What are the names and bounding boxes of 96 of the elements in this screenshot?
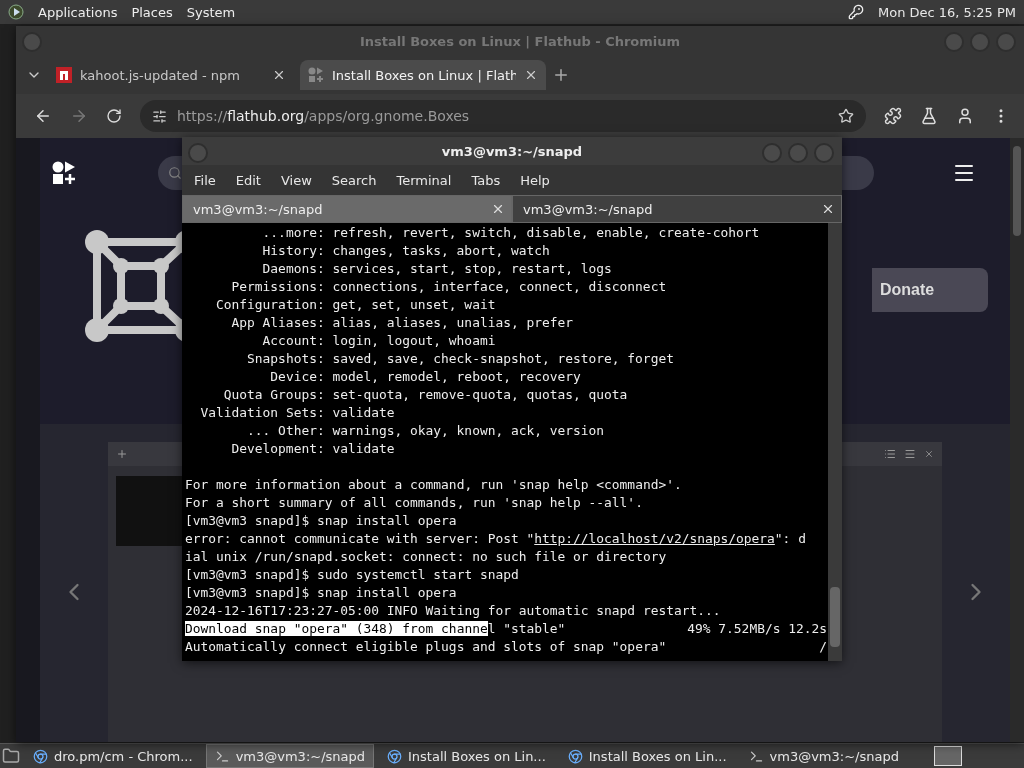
help-label: ...more: <box>261 224 325 242</box>
terminal-line: ial unix /run/snapd.socket: connect: no such file or directory <box>185 548 667 566</box>
scrollbar-thumb[interactable] <box>1013 146 1021 236</box>
profile-icon[interactable] <box>956 107 974 125</box>
help-commands: saved, save, check-snapshot, restore, forget <box>332 350 674 368</box>
folder-icon <box>2 747 20 765</box>
help-label: Device: <box>269 368 325 386</box>
menu-item[interactable]: Edit <box>235 172 261 188</box>
forward-icon[interactable] <box>70 107 88 125</box>
terminal-icon <box>748 748 764 764</box>
help-commands: services, start, stop, restart, logs <box>332 260 612 278</box>
site-settings-icon[interactable] <box>152 108 167 124</box>
help-label: Quota Groups: <box>222 386 325 404</box>
help-label: Development: <box>230 440 325 458</box>
help-commands: get, set, unset, wait <box>332 296 496 314</box>
menu-item[interactable]: View <box>280 172 312 188</box>
terminal-line: [vm3@vm3 snapd]$ snap install opera <box>185 512 457 530</box>
help-commands: set-quota, remove-quota, quotas, quota <box>332 386 628 404</box>
help-commands: model, remodel, reboot, recovery <box>332 368 581 386</box>
reload-icon[interactable] <box>106 108 122 124</box>
scrollbar[interactable] <box>1010 138 1024 742</box>
extensions-icon[interactable] <box>884 107 902 125</box>
terminal-line: 2024-12-16T17:23:27-05:00 INFO Waiting for automatic snapd restart... <box>185 602 721 620</box>
terminal-tab[interactable]: vm3@vm3:~/snapd <box>512 195 842 223</box>
window-title: vm3@vm3:~/snapd <box>441 143 583 159</box>
help-commands: validate <box>332 440 395 458</box>
help-commands: alias, aliases, unalias, prefer <box>332 314 574 332</box>
taskbar-item[interactable]: Install Boxes on Lin... <box>558 744 736 768</box>
close-icon[interactable] <box>491 202 505 216</box>
new-tab-icon[interactable] <box>552 66 570 84</box>
help-label: ... Other: <box>246 422 325 440</box>
search-icon <box>168 166 182 180</box>
close-icon[interactable] <box>821 202 835 216</box>
taskbar-item[interactable]: vm3@vm3:~/snapd <box>205 744 374 768</box>
terminal-line: For a short summary of all commands, run 'snap help --all'. <box>185 494 643 512</box>
key-icon <box>847 4 864 20</box>
browser-icon <box>567 748 583 764</box>
shapes-logo-icon <box>52 161 76 185</box>
help-commands: refresh, revert, switch, disable, enable, create-cohort <box>332 224 760 242</box>
close-icon[interactable] <box>272 68 286 82</box>
terminal-line: error: cannot communicate with server: Post "http://localhost/v2/snaps/opera": d <box>185 530 806 548</box>
menu-item[interactable]: Help <box>520 172 550 188</box>
npm-icon <box>56 67 72 83</box>
list-icon <box>884 448 896 460</box>
terminal-line: For more information about a command, run 'snap help <command>'. <box>185 476 682 494</box>
scrollbar[interactable] <box>828 223 842 661</box>
menu-item[interactable]: Search <box>331 172 377 188</box>
help-commands: warnings, okay, known, ack, version <box>332 422 605 440</box>
help-label: Permissions: <box>230 278 325 296</box>
menu-item[interactable]: Terminal <box>396 172 452 188</box>
taskbar-item[interactable]: vm3@vm3:~/snapd <box>739 744 908 768</box>
help-label: Account: <box>261 332 325 350</box>
terminal-icon <box>214 748 230 764</box>
help-commands: connections, interface, connect, disconnect <box>332 278 667 296</box>
shapes-icon <box>308 67 324 83</box>
scrollbar-thumb[interactable] <box>830 587 840 647</box>
close-icon <box>924 449 934 459</box>
flask-icon[interactable] <box>920 107 938 125</box>
help-label: Configuration: <box>215 296 325 314</box>
browser-icon <box>387 748 402 764</box>
menu-item[interactable]: Tabs <box>471 172 501 188</box>
taskbar-item[interactable]: Install Boxes on Lin... <box>378 744 555 768</box>
address-field[interactable]: https://flathub.org/apps/org.gnome.Boxes <box>140 100 866 132</box>
terminal-line: [vm3@vm3 snapd]$ snap install opera <box>185 584 457 602</box>
progress-text: 49% 7.52MB/s 12.2s <box>687 620 827 638</box>
system-logo-icon <box>8 4 24 20</box>
donate-button[interactable]: Donate <box>872 268 988 312</box>
back-icon[interactable] <box>34 107 52 125</box>
menu-icon <box>904 448 916 460</box>
workspace-switcher[interactable] <box>933 746 962 766</box>
plus-icon <box>116 448 128 460</box>
help-label: Snapshots: <box>246 350 325 368</box>
browser-icon <box>33 748 48 764</box>
help-label: Daemons: <box>261 260 325 278</box>
help-label: History: <box>261 242 325 260</box>
browser-tab[interactable]: kahoot.js-updated - npm <box>48 60 294 90</box>
panel-clock: Mon Dec 16, 5:25 PM <box>877 4 1016 20</box>
panel-menu[interactable]: Places <box>131 4 173 20</box>
help-commands: login, logout, whoami <box>332 332 496 350</box>
terminal-tab[interactable]: vm3@vm3:~/snapd <box>182 195 512 223</box>
help-commands: changes, tasks, abort, watch <box>332 242 550 260</box>
help-commands: validate <box>332 404 395 422</box>
panel-menu[interactable]: Applications <box>38 4 118 20</box>
terminal-line: Download snap "opera" (348) from channel "stable" <box>185 620 566 638</box>
taskbar-item[interactable]: dro.pm/cm - Chrom... <box>24 744 202 768</box>
window-title: Install Boxes on Linux | Flathub - Chromium <box>359 33 681 49</box>
terminal-link[interactable]: http://localhost/v2/snaps/opera <box>534 531 775 546</box>
bookmark-icon[interactable] <box>838 108 854 124</box>
help-label: Validation Sets: <box>199 404 325 422</box>
terminal-line: Automatically connect eligible plugs and slots of snap "opera" <box>185 638 667 656</box>
spinner-text: / <box>819 638 827 656</box>
panel-menu[interactable]: System <box>186 4 236 20</box>
terminal-line: [vm3@vm3 snapd]$ sudo systemctl start snapd <box>185 566 519 584</box>
close-icon[interactable] <box>524 68 538 82</box>
help-label: App Aliases: <box>230 314 325 332</box>
menu-item[interactable]: File <box>194 172 216 188</box>
